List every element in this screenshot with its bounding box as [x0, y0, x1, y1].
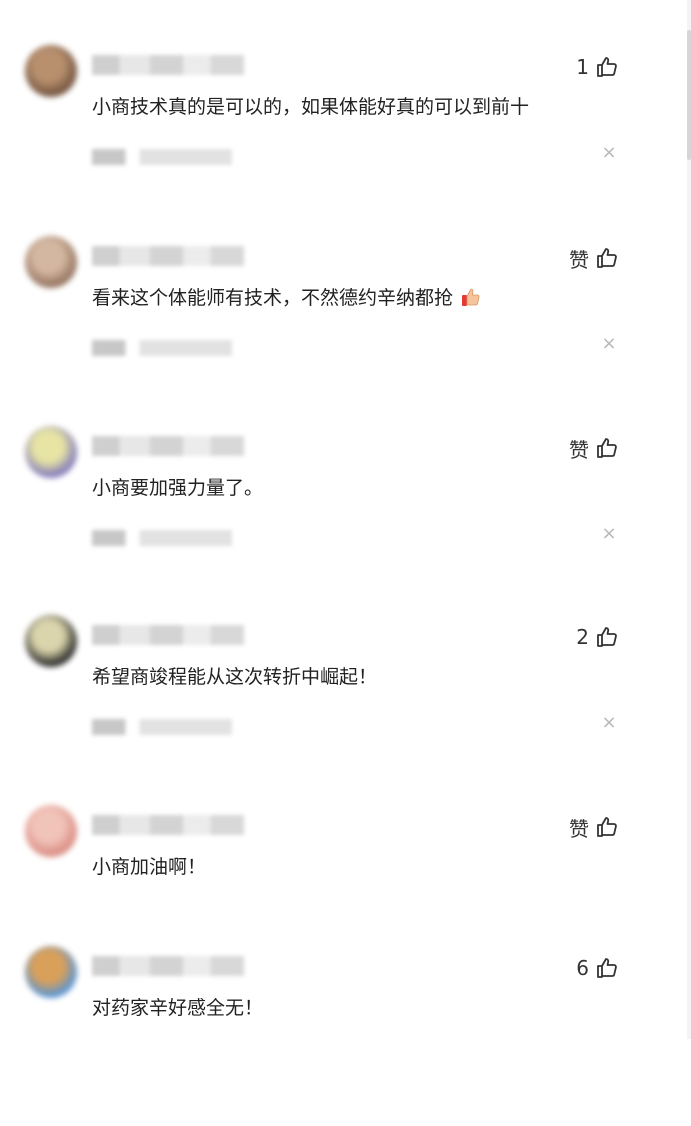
close-icon[interactable]: × — [601, 335, 617, 353]
like-label: 赞 — [569, 247, 589, 272]
comment-meta-blurred — [92, 719, 232, 735]
thumbs-up-icon — [595, 625, 619, 649]
avatar[interactable] — [25, 236, 77, 288]
like-button[interactable]: 赞 — [569, 813, 619, 841]
comment-meta-blurred — [92, 530, 232, 546]
like-label: 赞 — [569, 437, 589, 462]
username-blurred[interactable] — [92, 815, 244, 835]
thumbs-up-icon — [595, 55, 619, 79]
like-count: 1 — [576, 55, 589, 79]
avatar[interactable] — [25, 805, 77, 857]
comment-item: 1 小商技术真的是可以的，如果体能好真的可以到前十 × — [0, 45, 691, 225]
comment-text: 希望商竣程能从这次转折中崛起！ — [92, 666, 378, 688]
thumbs-up-icon — [595, 436, 619, 460]
comment-text: 小商技术真的是可以的，如果体能好真的可以到前十 — [92, 96, 530, 118]
comment-item: 赞 看来这个体能师有技术，不然德约辛纳都抢 × — [0, 236, 691, 416]
thumbs-up-icon — [595, 815, 619, 839]
like-count: 6 — [576, 956, 589, 980]
comment-text: 小商要加强力量了。 — [92, 477, 264, 499]
comment-text: 看来这个体能师有技术，不然德约辛纳都抢 — [92, 284, 481, 312]
like-button[interactable]: 赞 — [569, 434, 619, 462]
like-button[interactable]: 赞 — [569, 244, 619, 272]
avatar[interactable] — [25, 946, 77, 998]
comment-item: 2 希望商竣程能从这次转折中崛起！ × — [0, 615, 691, 795]
thumbs-up-icon — [595, 246, 619, 270]
comment-text-content: 看来这个体能师有技术，不然德约辛纳都抢 — [92, 287, 454, 309]
avatar[interactable] — [25, 615, 77, 667]
close-icon[interactable]: × — [601, 525, 617, 543]
like-button[interactable]: 1 — [576, 53, 619, 81]
thumbs-up-icon — [595, 956, 619, 980]
thumbs-up-emoji-icon — [461, 287, 481, 307]
like-button[interactable]: 2 — [576, 623, 619, 651]
avatar[interactable] — [25, 45, 77, 97]
username-blurred[interactable] — [92, 436, 244, 456]
avatar[interactable] — [25, 426, 77, 478]
comment-item: 赞 小商要加强力量了。 × — [0, 426, 691, 606]
username-blurred[interactable] — [92, 246, 244, 266]
close-icon[interactable]: × — [601, 144, 617, 162]
comment-meta-blurred — [92, 149, 232, 165]
username-blurred[interactable] — [92, 55, 244, 75]
comment-text: 对药家辛好感全无！ — [92, 997, 264, 1019]
like-button[interactable]: 6 — [576, 954, 619, 982]
like-count: 2 — [576, 625, 589, 649]
username-blurred[interactable] — [92, 625, 244, 645]
comment-item: 6 对药家辛好感全无！ — [0, 946, 691, 1126]
comment-meta-blurred — [92, 340, 232, 356]
like-label: 赞 — [569, 816, 589, 841]
username-blurred[interactable] — [92, 956, 244, 976]
comment-text: 小商加油啊！ — [92, 856, 207, 878]
close-icon[interactable]: × — [601, 714, 617, 732]
